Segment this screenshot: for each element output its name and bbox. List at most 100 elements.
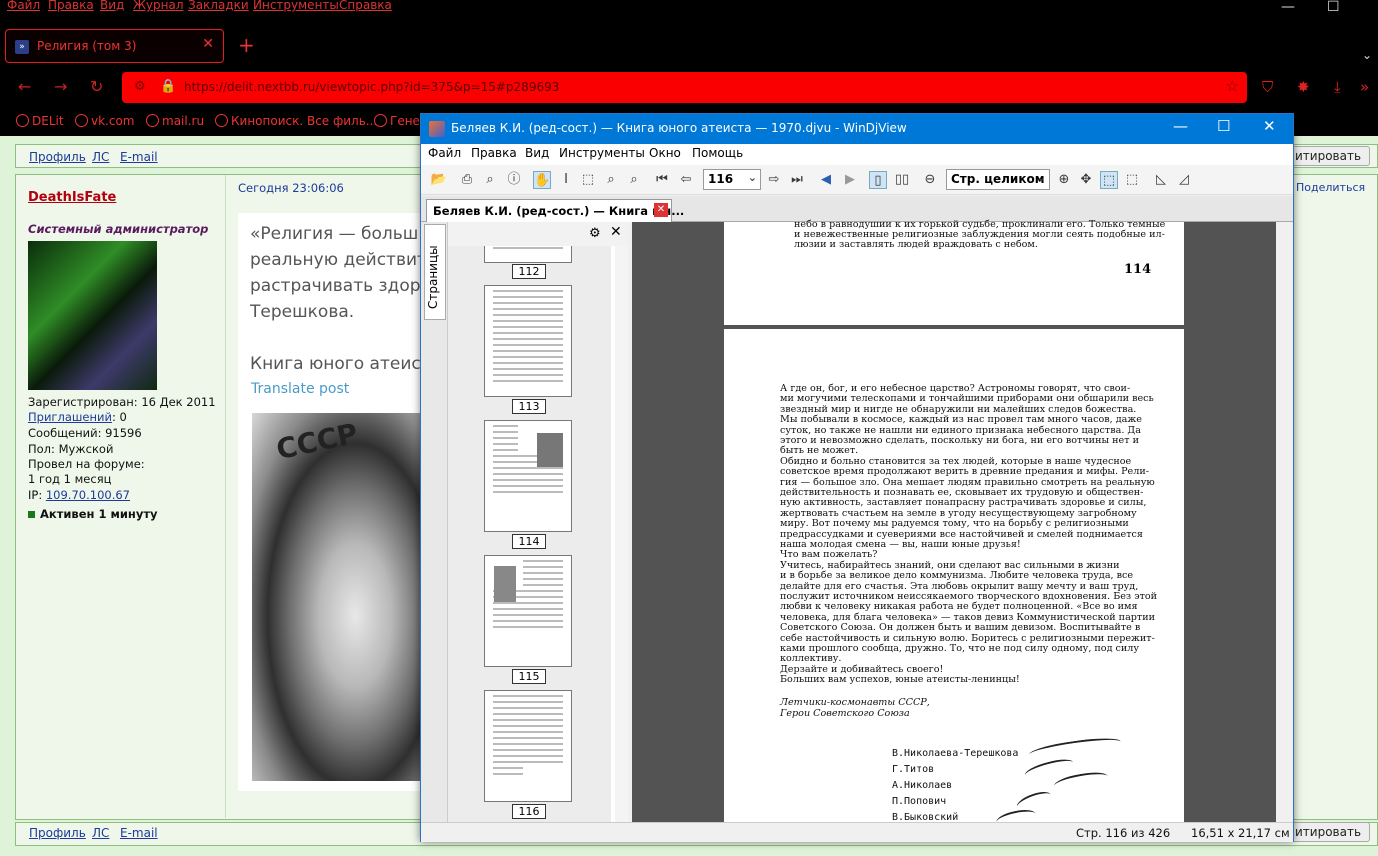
post-time[interactable]: Сегодня 23:06:06 <box>238 181 344 195</box>
menu-view[interactable]: Вид <box>525 146 549 160</box>
signoff-line: Летчики-космонавты СССР, <box>780 697 930 708</box>
quote-button[interactable]: итировать <box>1286 146 1371 166</box>
menu-edit[interactable]: Правка <box>48 0 94 12</box>
next-page-icon[interactable]: ⇨ <box>765 171 783 189</box>
bookmark-vk[interactable]: vk.com <box>75 114 135 128</box>
menu-history[interactable]: Журнал <box>133 0 184 12</box>
bookmark-mailru[interactable]: mail.ru <box>146 114 204 128</box>
back-icon[interactable]: ◀ <box>817 171 835 189</box>
menu-file[interactable]: Файл <box>7 0 40 12</box>
minimize-icon[interactable]: — <box>1281 0 1295 15</box>
menu-bookmarks[interactable]: Закладки <box>188 0 249 12</box>
info-icon[interactable]: ⓘ <box>505 171 523 189</box>
open-icon[interactable]: 📂 <box>430 171 448 189</box>
chevron-down-icon[interactable]: ⌄ <box>748 171 757 184</box>
quote-button[interactable]: итировать <box>1286 822 1371 842</box>
thumbnail-113[interactable] <box>484 285 572 397</box>
zoom-out-icon[interactable]: ⊖ <box>921 171 939 189</box>
menu-window[interactable]: Окно <box>649 146 681 160</box>
overflow-menu-icon[interactable]: » <box>1360 78 1369 96</box>
minimize-icon[interactable]: — <box>1173 117 1188 135</box>
thumbnail-115[interactable] <box>484 555 572 667</box>
bookmark-kinopoisk[interactable]: Кинопоиск. Все филь... <box>215 114 377 128</box>
translate-post-link[interactable]: Translate post <box>251 381 349 397</box>
page-114: небо в равнодушии к их горькой судьбе, п… <box>724 219 1184 325</box>
actual-size-icon[interactable]: ✥ <box>1077 171 1095 189</box>
site-permissions-icon[interactable]: ⚙ <box>134 79 146 94</box>
single-page-icon[interactable]: ▯ <box>869 171 887 189</box>
menu-help[interactable]: Помощь <box>692 146 743 160</box>
document-view[interactable]: небо в равнодушии к их горькой судьбе, п… <box>632 219 1276 830</box>
fit-page-icon[interactable]: ⬚ <box>1100 171 1118 189</box>
tab-pages[interactable]: Страницы <box>424 224 446 320</box>
two-page-icon[interactable]: ▯▯ <box>893 171 911 189</box>
back-icon[interactable]: ← <box>18 77 31 96</box>
forward-icon[interactable]: ▶ <box>841 171 859 189</box>
close-icon[interactable]: ✕ <box>1263 117 1276 135</box>
bookmark-delit[interactable]: DELit <box>16 114 64 128</box>
document-scrollbar[interactable] <box>1276 222 1293 822</box>
download-icon[interactable]: ⤓ <box>1334 78 1341 96</box>
thumbnails-pane: ⚙ ✕ 112 113 114 115 116 <box>448 222 628 822</box>
magnify-icon[interactable]: ⌕ <box>625 171 643 189</box>
lock-icon[interactable]: 🔒 <box>160 79 176 94</box>
menu-tools[interactable]: Инструменты <box>559 146 645 160</box>
menu-help[interactable]: Справка <box>339 0 392 12</box>
ip-link[interactable]: 109.70.100.67 <box>46 488 130 502</box>
new-tab-icon[interactable]: + <box>238 33 255 57</box>
document-tab[interactable]: Беляев К.И. (ред-сост.) — Книга юн... ✕ <box>426 199 684 222</box>
profile-link[interactable]: Профиль <box>29 826 86 840</box>
thumbnail-114[interactable] <box>484 420 572 532</box>
post-author-name[interactable]: DeathIsFate <box>28 190 116 205</box>
maximize-icon[interactable]: ☐ <box>1217 117 1230 135</box>
close-tab-icon[interactable]: ✕ <box>202 36 214 52</box>
shield-icon[interactable]: ⛉ <box>1262 78 1273 96</box>
reload-icon[interactable]: ↻ <box>90 77 103 96</box>
chevron-down-icon[interactable]: ⌄ <box>1037 171 1046 184</box>
forward-icon[interactable]: → <box>54 77 67 96</box>
fit-width-icon[interactable]: ⬚ <box>1123 171 1141 189</box>
pm-link[interactable]: ЛС <box>92 150 109 164</box>
tab-list-icon[interactable]: ⌄ <box>1362 48 1372 62</box>
close-icon[interactable]: ✕ <box>610 224 622 240</box>
gear-icon[interactable]: ⚙ <box>589 226 601 241</box>
find-icon[interactable]: ⌕ <box>481 171 499 189</box>
email-link[interactable]: E-mail <box>120 150 158 164</box>
rotate-left-icon[interactable]: ◺ <box>1152 171 1170 189</box>
prev-page-icon[interactable]: ⇦ <box>677 171 695 189</box>
thumbnail-scrollbar[interactable] <box>615 246 628 822</box>
extension-icon[interactable]: ✸ <box>1297 78 1310 96</box>
pm-link[interactable]: ЛС <box>92 826 109 840</box>
hand-tool-icon[interactable]: ✋ <box>533 171 551 189</box>
email-link[interactable]: E-mail <box>120 826 158 840</box>
url-bar[interactable]: ⚙ 🔒 https://delit.nextbb.ru/viewtopic.ph… <box>122 72 1247 103</box>
cosmonaut-photo: СССР <box>252 413 424 781</box>
thumbnail-112[interactable] <box>484 246 572 263</box>
zoom-in-icon[interactable]: ⊕ <box>1055 171 1073 189</box>
menu-file[interactable]: Файл <box>428 146 461 160</box>
thumbnail-116[interactable] <box>484 690 572 802</box>
share-link[interactable]: Поделиться <box>1296 181 1365 194</box>
page-number-field[interactable]: 116 ⌄ <box>703 169 761 190</box>
bookmark-gene[interactable]: Гене <box>374 114 420 128</box>
menu-edit[interactable]: Правка <box>471 146 517 160</box>
menu-view[interactable]: Вид <box>100 0 124 12</box>
profile-link[interactable]: Профиль <box>29 150 86 164</box>
print-icon[interactable]: ⎙ <box>458 171 476 189</box>
zoom-select[interactable]: Стр. целиком ⌄ <box>946 169 1050 190</box>
maximize-icon[interactable]: ☐ <box>1327 0 1340 15</box>
thumbnail-list[interactable]: 112 113 114 115 116 <box>448 246 611 822</box>
menu-tools[interactable]: Инструменты <box>253 0 339 12</box>
bookmark-star-icon[interactable]: ☆ <box>1226 77 1239 95</box>
close-tab-icon[interactable]: ✕ <box>654 203 668 217</box>
last-page-icon[interactable]: ⏭ <box>788 171 806 189</box>
rotate-right-icon[interactable]: ◿ <box>1175 171 1193 189</box>
browser-tab[interactable]: » Религия (том 3) ✕ <box>5 29 224 63</box>
invitations-link[interactable]: Приглашений <box>28 410 112 424</box>
rect-select-icon[interactable]: ⬚ <box>579 171 597 189</box>
windjview-titlebar[interactable]: Беляев К.И. (ред-сост.) — Книга юного ат… <box>421 114 1293 144</box>
text-select-icon[interactable]: I <box>557 171 575 189</box>
first-page-icon[interactable]: ⏮ <box>653 171 671 189</box>
url-text[interactable]: https://delit.nextbb.ru/viewtopic.php?id… <box>184 80 559 94</box>
zoom-rect-icon[interactable]: ⌕ <box>602 171 620 189</box>
